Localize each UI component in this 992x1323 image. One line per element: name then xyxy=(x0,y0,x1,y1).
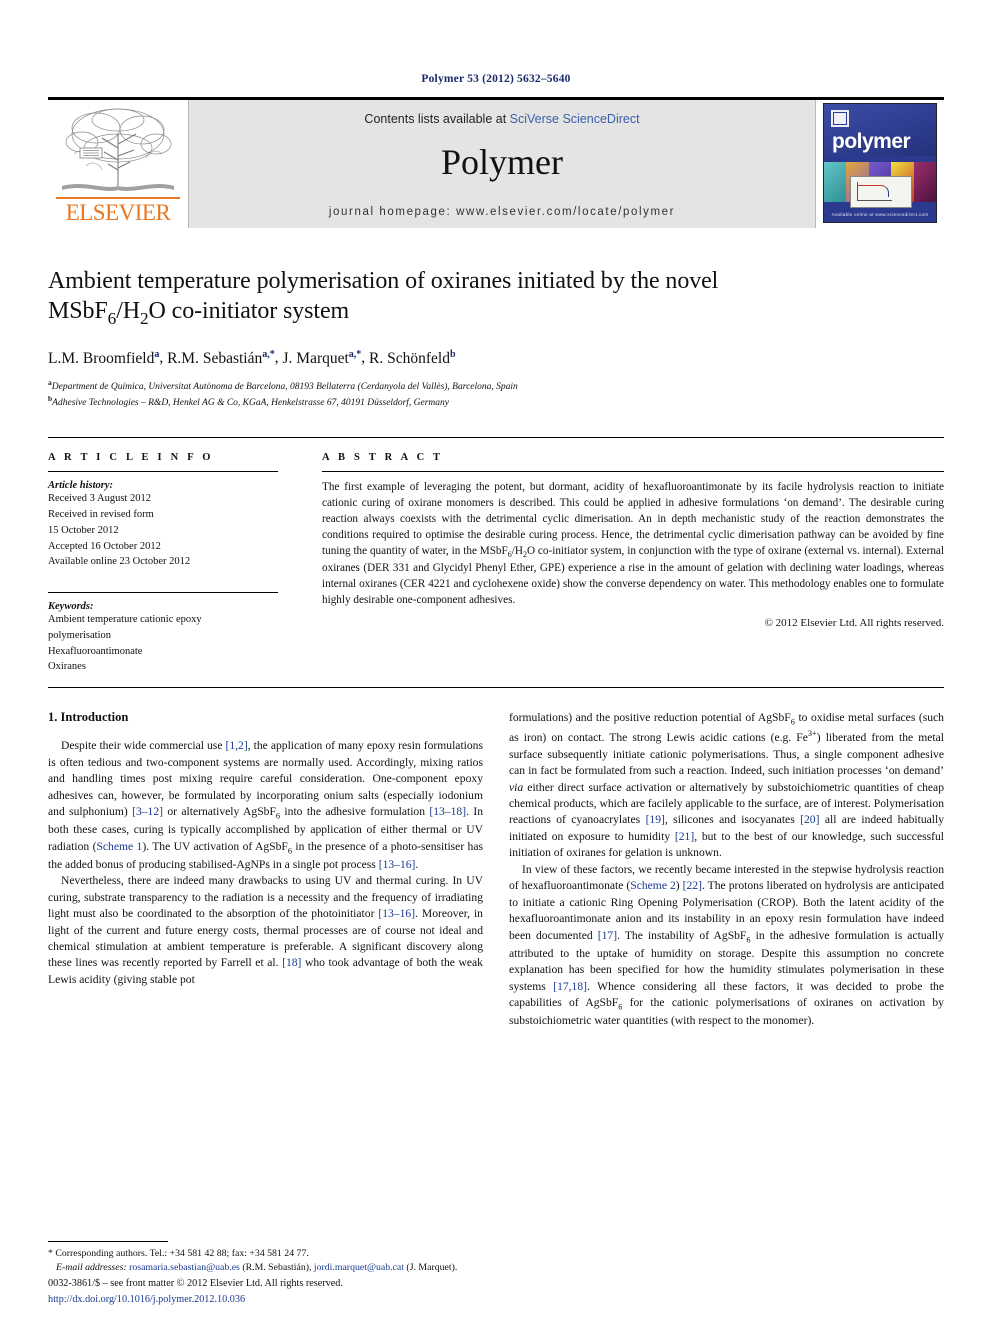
cover-title-text: polymer xyxy=(832,130,911,153)
affiliation-list: aDepartment de Química, Universitat Autò… xyxy=(48,378,944,412)
author-3: R. Schönfeldb xyxy=(369,348,456,367)
title-block: Ambient temperature polymerisation of ox… xyxy=(48,266,944,411)
keywords-block: Keywords: Ambient temperature cationic e… xyxy=(48,592,278,675)
journal-masthead: ELSEVIER Contents lists available at Sci… xyxy=(48,97,944,228)
abstract-heading: A B S T R A C T xyxy=(322,452,444,464)
history-3: Accepted 16 October 2012 xyxy=(48,540,161,552)
paragraph-left-1: Despite their wide commercial use [1,2],… xyxy=(48,739,484,871)
author-2: J. Marqueta,* xyxy=(282,348,362,367)
divider xyxy=(322,471,944,473)
divider xyxy=(48,471,278,473)
info-abstract-band: A R T I C L E I N F O Article history: R… xyxy=(48,437,944,689)
footnote-block: * Corresponding authors. Tel.: +34 581 4… xyxy=(48,1240,478,1275)
section-heading-introduction: 1. Introduction xyxy=(48,710,129,725)
elsevier-tree-icon xyxy=(62,108,174,191)
cover-footer-text: Available online at www.sciencedirect.co… xyxy=(831,212,929,217)
corresponding-author-note: * Corresponding authors. Tel.: +34 581 4… xyxy=(48,1247,309,1259)
article-title-line1: Ambient temperature polymerisation of ox… xyxy=(48,268,719,294)
email-link-2[interactable]: jordi.marquet@uab.cat xyxy=(314,1262,404,1273)
doi-link[interactable]: http://dx.doi.org/10.1016/j.polymer.2012… xyxy=(48,1292,518,1307)
article-title: Ambient temperature polymerisation of ox… xyxy=(48,266,944,329)
journal-cover[interactable]: polymer Available online at www.scienced… xyxy=(816,100,944,228)
abstract-text: The first example of leveraging the pote… xyxy=(322,481,944,606)
keywords-label: Keywords: xyxy=(48,601,94,613)
footnote-rule xyxy=(48,1240,168,1242)
author-1: R.M. Sebastiána,* xyxy=(167,348,275,367)
divider xyxy=(48,592,278,594)
email-link-1[interactable]: rosamaria.sebastian@uab.es xyxy=(129,1262,240,1273)
article-info-heading: A R T I C L E I N F O xyxy=(48,452,214,464)
cover-elsevier-mark-icon xyxy=(831,110,849,127)
history-2: 15 October 2012 xyxy=(48,524,119,536)
author-0: L.M. Broomfielda xyxy=(48,348,160,367)
keyword-0: Ambient temperature cationic epoxy xyxy=(48,614,202,626)
journal-homepage-link[interactable]: journal homepage: www.elsevier.com/locat… xyxy=(329,206,675,218)
keyword-2: Hexafluoroantimonate xyxy=(48,645,143,657)
abstract-column: A B S T R A C T The first example of lev… xyxy=(296,452,944,675)
article-title-line2: MSbF6/H2O co-initiator system xyxy=(48,298,350,328)
abstract-rights: © 2012 Elsevier Ltd. All rights reserved… xyxy=(764,617,944,630)
contents-prefix: Contents lists available at xyxy=(364,112,510,126)
elsevier-wordmark: ELSEVIER xyxy=(56,197,180,224)
affiliation-b: bAdhesive Technologies – R&D, Henkel AG … xyxy=(48,394,450,409)
paragraph-left-2: Nevertheless, there are indeed many draw… xyxy=(48,874,483,986)
body-column-right: formulations) and the positive reduction… xyxy=(509,710,944,1030)
masthead-center: Contents lists available at SciVerse Sci… xyxy=(188,100,816,228)
email-note: E-mail addresses: rosamaria.sebastian@ua… xyxy=(56,1261,458,1273)
cover-inset-chart xyxy=(850,176,912,208)
body-columns: 1. Introduction Despite their wide comme… xyxy=(48,710,944,1030)
article-info-column: A R T I C L E I N F O Article history: R… xyxy=(48,452,296,675)
copyright-block: 0032-3861/$ – see front matter © 2012 El… xyxy=(48,1276,518,1307)
running-head: Polymer 53 (2012) 5632–5640 xyxy=(421,73,571,85)
history-4: Available online 23 October 2012 xyxy=(48,556,191,568)
cover-thumbnail[interactable]: polymer Available online at www.scienced… xyxy=(823,103,937,223)
article-history-label: Article history: xyxy=(48,480,114,492)
paragraph-right-2: In view of these factors, we recently be… xyxy=(509,862,945,1028)
keyword-3: Oxiranes xyxy=(48,661,86,673)
paragraph-right-1: formulations) and the positive reduction… xyxy=(509,711,945,860)
article-page: Polymer 53 (2012) 5632–5640 ELSEVIER Con… xyxy=(48,0,944,1323)
affiliation-a: aDepartment de Química, Universitat Autò… xyxy=(48,377,518,392)
history-0: Received 3 August 2012 xyxy=(48,493,151,505)
sciencedirect-link[interactable]: SciVerse ScienceDirect xyxy=(510,112,640,126)
email-label: E-mail addresses: xyxy=(56,1261,127,1273)
author-list: L.M. Broomfielda, R.M. Sebastiána,*, J. … xyxy=(48,348,456,367)
contents-available-line: Contents lists available at SciVerse Sci… xyxy=(364,112,639,126)
history-1: Received in revised form xyxy=(48,509,154,521)
journal-title: Polymer xyxy=(441,142,563,182)
keyword-1: polymerisation xyxy=(48,629,111,641)
body-column-left: 1. Introduction Despite their wide comme… xyxy=(48,710,483,1030)
elsevier-logo: ELSEVIER xyxy=(48,100,188,228)
issn-copyright-line: 0032-3861/$ – see front matter © 2012 El… xyxy=(48,1278,343,1290)
